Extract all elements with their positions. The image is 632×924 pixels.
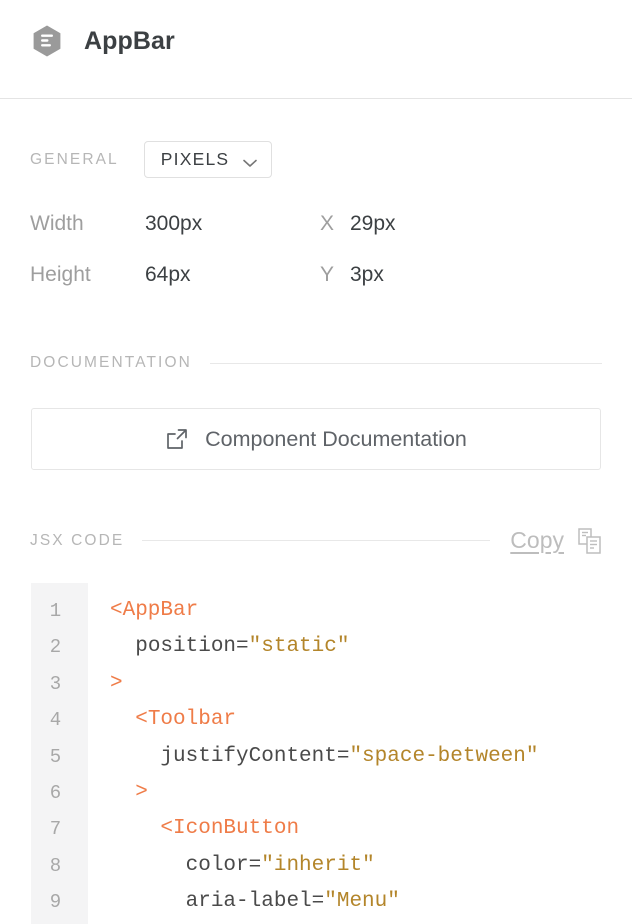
metric-row: Width 300px X 29px <box>30 212 602 263</box>
width-value[interactable]: 300px <box>145 212 320 236</box>
x-label: X <box>320 212 350 236</box>
code-token-str: "space-between" <box>349 745 538 768</box>
line-number: 3 <box>31 666 88 702</box>
code-token-str: "Menu" <box>324 890 400 913</box>
code-token-tag: > <box>110 781 148 804</box>
code-token-tag: <AppBar <box>110 599 198 622</box>
height-value[interactable]: 64px <box>145 263 320 287</box>
hexagon-list-icon <box>30 24 64 58</box>
app-header: AppBar <box>0 0 632 99</box>
x-value[interactable]: 29px <box>350 212 396 236</box>
width-label: Width <box>30 212 145 236</box>
documentation-section-head: DOCUMENTATION <box>0 354 632 372</box>
line-number: 5 <box>31 739 88 775</box>
copy-button[interactable]: Copy <box>510 527 602 554</box>
code-token-attr: position= <box>110 635 249 658</box>
code-token-tag: <Toolbar <box>110 708 236 731</box>
y-label: Y <box>320 263 350 287</box>
jsx-section-label: JSX CODE <box>30 532 124 550</box>
component-documentation-label: Component Documentation <box>205 427 467 452</box>
metrics-grid: Width 300px X 29px Height 64px Y 3px <box>30 212 602 314</box>
copy-label: Copy <box>510 527 564 554</box>
code-token-attr: aria-label= <box>110 890 324 913</box>
height-label: Height <box>30 263 145 287</box>
copy-documents-icon <box>578 528 602 554</box>
line-number: 6 <box>31 775 88 811</box>
code-token-attr: justifyContent= <box>110 745 349 768</box>
code-token-str: "inherit" <box>261 854 374 877</box>
documentation-section-label: DOCUMENTATION <box>30 354 192 372</box>
line-number: 2 <box>31 629 88 665</box>
code-token-tag: > <box>110 672 123 695</box>
component-documentation-button[interactable]: Component Documentation <box>31 408 601 470</box>
unit-select[interactable]: PIXELS <box>144 141 272 178</box>
code-token-str: "static" <box>249 635 350 658</box>
line-number: 4 <box>31 702 88 738</box>
code-token-tag: <IconButton <box>110 817 299 840</box>
y-value[interactable]: 3px <box>350 263 384 287</box>
section-divider <box>142 540 490 541</box>
code-token-attr: color= <box>110 854 261 877</box>
line-number: 1 <box>31 593 88 629</box>
unit-select-value: PIXELS <box>161 149 229 170</box>
line-number: 8 <box>31 848 88 884</box>
page-title: AppBar <box>84 27 175 56</box>
general-section-head: GENERAL PIXELS <box>0 141 632 178</box>
line-number: 9 <box>31 884 88 920</box>
chevron-down-icon <box>243 155 257 164</box>
general-section-label: GENERAL <box>30 151 119 169</box>
section-divider <box>210 363 602 364</box>
jsx-code-text[interactable]: <AppBar position="static" > <Toolbar jus… <box>88 583 601 924</box>
line-number-gutter: 123456789 <box>31 583 88 924</box>
metric-row: Height 64px Y 3px <box>30 263 602 314</box>
line-number: 7 <box>31 811 88 847</box>
external-link-icon <box>165 427 189 451</box>
jsx-code-block[interactable]: 123456789 <AppBar position="static" > <T… <box>31 583 601 924</box>
jsx-section-head: JSX CODE Copy <box>0 527 632 554</box>
